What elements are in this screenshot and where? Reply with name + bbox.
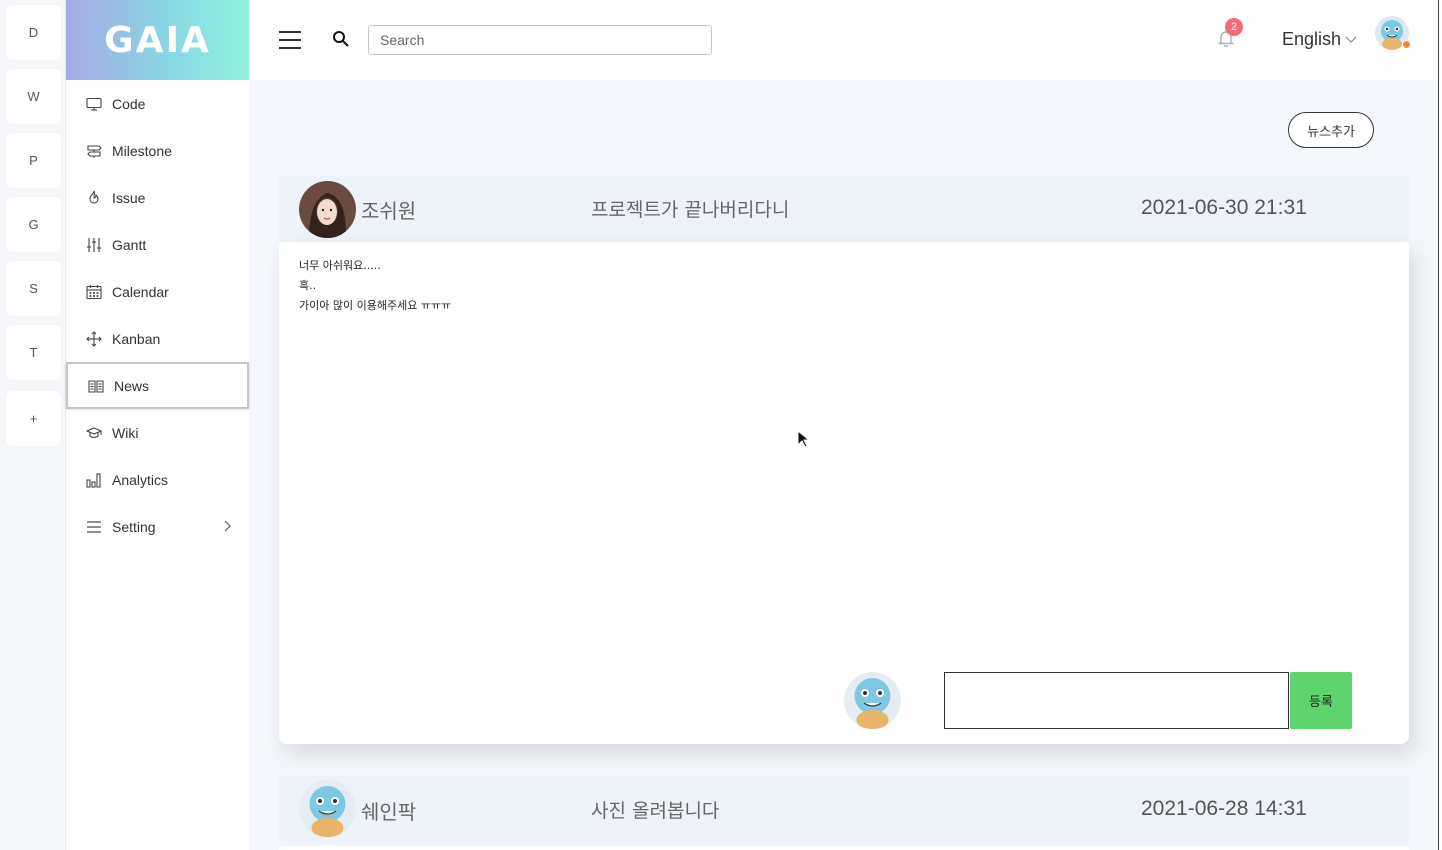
sidebar-item-label: Gantt [112, 236, 147, 253]
hamburger-menu-icon[interactable] [279, 31, 301, 54]
post-line: 너무 아쉬워요..... [299, 259, 381, 272]
news-post-body [279, 846, 1409, 850]
sidebar-item-kanban[interactable]: Kanban [66, 315, 249, 362]
chevron-down-icon [1345, 36, 1357, 43]
comment-input[interactable] [944, 672, 1289, 729]
sidebar-item-label: Setting [112, 518, 156, 535]
logo[interactable]: GAIA [66, 0, 249, 80]
post-date: 2021-06-30 21:31 [1141, 196, 1307, 219]
project-button-s[interactable]: S [6, 261, 61, 316]
post-content: 너무 아쉬워요..... 흑.. 가이아 많이 이용해주세요 ㅠㅠㅠ [299, 256, 451, 316]
graduation-cap-icon [86, 425, 102, 441]
comment-submit-button[interactable]: 등록 [1290, 672, 1352, 729]
bar-chart-icon [86, 472, 102, 488]
search-input[interactable] [368, 25, 712, 55]
book-icon [88, 378, 104, 394]
commenter-avatar [844, 672, 901, 729]
post-title: 사진 올려봅니다 [591, 800, 720, 822]
language-dropdown[interactable]: English [1282, 29, 1357, 50]
language-label: English [1282, 29, 1342, 49]
post-author: 쉐인팍 [361, 800, 417, 824]
news-post-body: 너무 아쉬워요..... 흑.. 가이아 많이 이용해주세요 ㅠㅠㅠ 등록 [279, 242, 1409, 744]
post-date: 2021-06-28 14:31 [1141, 797, 1307, 820]
sidebar-menu: Code Milestone Issue Gantt Calendar Kanb… [66, 80, 249, 550]
sidebar-item-calendar[interactable]: Calendar [66, 268, 249, 315]
sliders-icon [86, 237, 102, 253]
news-post-header[interactable]: 조쉬원 프로젝트가 끝나버리다니 2021-06-30 21:31 [279, 176, 1409, 242]
calendar-icon [86, 284, 102, 300]
sidebar-item-news[interactable]: News [66, 362, 249, 409]
logo-text: GAIA [104, 19, 211, 61]
project-button-g[interactable]: G [6, 197, 61, 252]
project-button-t[interactable]: T [6, 325, 61, 380]
menu-lines-icon [86, 519, 102, 535]
sidebar-item-code[interactable]: Code [66, 80, 249, 127]
sidebar: GAIA Code Milestone Issue Gantt Calendar… [66, 0, 249, 850]
sidebar-item-label: Analytics [112, 471, 169, 488]
project-button-p[interactable]: P [6, 133, 61, 188]
sidebar-item-label: Wiki [112, 424, 139, 441]
post-line: 가이아 많이 이용해주세요 ㅠㅠㅠ [299, 299, 452, 312]
sidebar-item-label: Milestone [112, 142, 172, 159]
move-icon [86, 330, 102, 347]
fire-icon [86, 190, 102, 206]
search-icon[interactable] [332, 30, 350, 53]
sidebar-item-analytics[interactable]: Analytics [66, 456, 249, 503]
add-project-button[interactable]: + [6, 391, 61, 446]
notification-badge: 2 [1225, 18, 1243, 36]
sidebar-item-setting[interactable]: Setting [66, 503, 249, 550]
status-dot [1402, 40, 1411, 49]
add-news-button[interactable]: 뉴스추가 [1288, 112, 1374, 148]
sidebar-item-label: Issue [112, 189, 146, 206]
author-avatar [299, 780, 356, 837]
post-title: 프로젝트가 끝나버리다니 [591, 199, 790, 221]
mouse-cursor-icon [797, 429, 811, 453]
sidebar-item-issue[interactable]: Issue [66, 174, 249, 221]
project-button-d[interactable]: D [6, 5, 61, 60]
sidebar-item-label: Calendar [112, 283, 169, 300]
top-bar: 2 English [249, 0, 1440, 80]
sidebar-item-label: Kanban [112, 330, 161, 347]
project-button-w[interactable]: W [6, 69, 61, 124]
chevron-right-icon [223, 519, 231, 535]
signpost-icon [86, 143, 102, 159]
window-edge [1438, 0, 1442, 850]
sidebar-item-label: News [114, 377, 150, 394]
sidebar-item-label: Code [112, 95, 146, 112]
author-avatar [299, 181, 356, 238]
post-line: 흑.. [299, 279, 317, 292]
sidebar-item-milestone[interactable]: Milestone [66, 127, 249, 174]
sidebar-item-wiki[interactable]: Wiki [66, 409, 249, 456]
project-rail: D W P G S T + [0, 0, 66, 850]
sidebar-item-gantt[interactable]: Gantt [66, 221, 249, 268]
monitor-icon [86, 96, 102, 112]
news-post-header[interactable]: 쉐인팍 사진 올려봅니다 2021-06-28 14:31 [279, 776, 1409, 846]
post-author: 조쉬원 [361, 199, 417, 223]
